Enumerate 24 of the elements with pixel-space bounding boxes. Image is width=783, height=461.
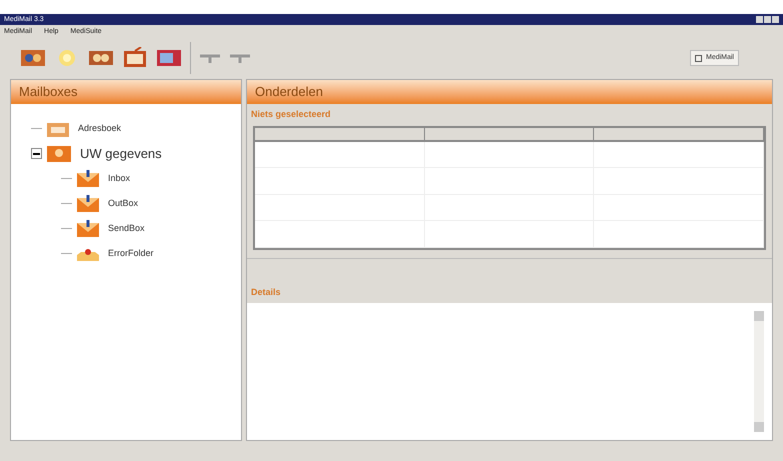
panel-header: Mailboxes: [11, 80, 241, 104]
panel-header: Onderdelen: [247, 80, 772, 104]
envelope-icon: [76, 220, 100, 238]
column-header[interactable]: [594, 128, 764, 142]
connection-icon[interactable]: [20, 48, 46, 68]
scrollbar[interactable]: [754, 311, 764, 432]
envelope-icon: [76, 194, 100, 212]
user-folder-icon: [46, 144, 72, 162]
video-icon[interactable]: [156, 48, 182, 68]
tree-item[interactable]: Inbox: [108, 172, 130, 186]
envelope-icon: [76, 170, 100, 188]
tree-item[interactable]: ErrorFolder: [108, 246, 154, 260]
details-label: Details: [250, 286, 282, 298]
column-header[interactable]: [424, 128, 594, 142]
window-icon: [694, 54, 702, 62]
column-header[interactable]: [255, 128, 425, 142]
tree-item[interactable]: OutBox: [108, 196, 138, 210]
tree-item[interactable]: Adresboek: [78, 122, 122, 136]
selection-label: Niets geselecteerd: [250, 108, 332, 121]
tree-item[interactable]: UW gegevens: [80, 144, 162, 164]
collapse-toggle[interactable]: [31, 148, 42, 159]
television-icon[interactable]: [122, 47, 148, 69]
tree-item[interactable]: SendBox: [108, 222, 145, 236]
cassette-icon[interactable]: [88, 48, 114, 68]
